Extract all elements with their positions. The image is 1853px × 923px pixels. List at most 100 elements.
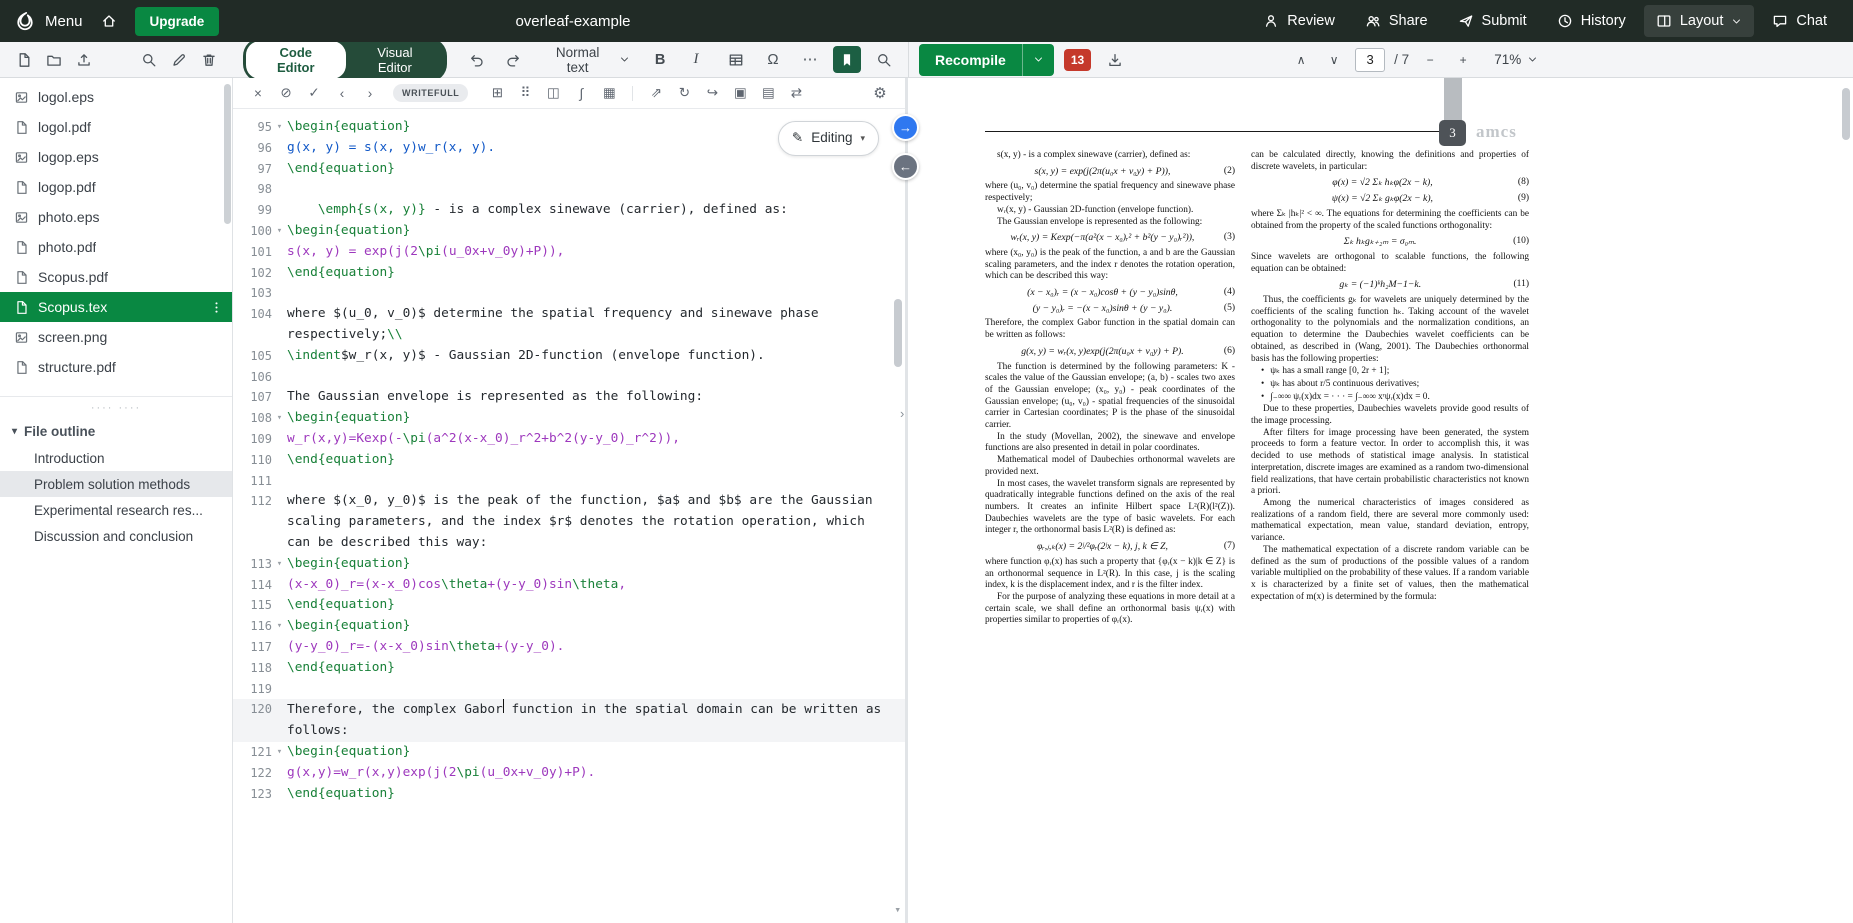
symbol-palette-button[interactable]: Ω — [759, 46, 787, 73]
next-suggestion-button[interactable]: › — [357, 81, 383, 105]
editor-scrollbar-thumb[interactable] — [894, 299, 902, 367]
code-line-113[interactable]: 113 ▾ \begin{equation} — [233, 554, 905, 575]
equation-tools-button[interactable]: ∫ — [568, 81, 594, 105]
settings-gear-icon[interactable]: ⚙ — [867, 84, 893, 102]
file-item-screen-png[interactable]: screen.png — [0, 322, 232, 352]
recompile-button[interactable]: Recompile — [919, 43, 1022, 76]
undo-button[interactable] — [463, 46, 491, 73]
compile-log-button[interactable]: 13 — [1063, 48, 1092, 71]
home-button[interactable] — [95, 7, 123, 35]
file-item-logol-eps[interactable]: logol.eps — [0, 82, 232, 112]
code-line-105[interactable]: 105 \indent$w_r(x, y)$ - Gaussian 2D-func… — [233, 346, 905, 367]
pdf-scrollbar[interactable] — [1842, 88, 1850, 140]
file-tree-scrollbar[interactable] — [224, 84, 231, 224]
code-line-103[interactable]: 103 — [233, 283, 905, 304]
search-in-file-button[interactable] — [870, 46, 898, 73]
close-suggestions-button[interactable]: × — [245, 81, 271, 105]
recompile-options-caret[interactable] — [1021, 43, 1054, 76]
dots-grid-button[interactable]: ⠿ — [512, 81, 538, 105]
code-line-118[interactable]: 118 \end{equation} — [233, 658, 905, 679]
italic-button[interactable]: I — [682, 46, 710, 73]
outline-item[interactable]: Problem solution methods — [0, 471, 232, 497]
layout-button[interactable]: Layout — [1643, 5, 1755, 37]
file-item-structure-pdf[interactable]: structure.pdf — [0, 352, 232, 382]
code-line-115[interactable]: 115 \end{equation} — [233, 595, 905, 616]
code-line-122[interactable]: 122 g(x,y)=w_r(x,y)exp(j(2\pi(u_0x+v_0y)+… — [233, 763, 905, 784]
code-line-106[interactable]: 106 — [233, 367, 905, 388]
file-item-photo-pdf[interactable]: photo.pdf — [0, 232, 232, 262]
code-line-99[interactable]: 99 \emph{s(x, y)} - is a complex sinewav… — [233, 200, 905, 221]
table-cells-button[interactable]: ⊞ — [484, 81, 510, 105]
file-item-scopus-pdf[interactable]: Scopus.pdf — [0, 262, 232, 292]
code-line-109[interactable]: 109 w_r(x,y)=Kexp(-\pi(a^2(x-x_0)_r^2+b^2… — [233, 429, 905, 450]
fold-caret-icon[interactable]: ▾ — [272, 616, 287, 637]
code-line-120[interactable]: 120 Therefore, the complex Gabor function… — [233, 699, 905, 742]
code-line-123[interactable]: 123 \end{equation} — [233, 784, 905, 805]
split-view-button[interactable]: ◫ — [540, 81, 566, 105]
code-editor[interactable]: 95 ▾ \begin{equation} 96 g(x, y) = s(x, y)w_… — [233, 109, 905, 923]
sync-to-code-button[interactable]: ← — [892, 153, 919, 180]
delete-file-button[interactable] — [195, 46, 223, 73]
code-line-114[interactable]: 114 (x-x_0)_r=(x-x_0)cos\theta+(y-y_0)sin… — [233, 575, 905, 596]
accept-suggestion-button[interactable]: ✓ — [301, 81, 327, 105]
code-line-100[interactable]: 100 ▾ \begin{equation} — [233, 221, 905, 242]
disable-suggestions-button[interactable]: ⊘ — [273, 81, 299, 105]
code-line-116[interactable]: 116 ▾ \begin{equation} — [233, 616, 905, 637]
zoom-in-button[interactable]: + — [1451, 48, 1475, 72]
rename-file-button[interactable] — [165, 46, 193, 73]
previous-suggestion-button[interactable]: ‹ — [329, 81, 355, 105]
code-line-117[interactable]: 117 (y-y_0)_r=-(x-x_0)sin\theta+(y-y_0). — [233, 637, 905, 658]
review-button[interactable]: Review — [1251, 5, 1347, 37]
file-outline-header[interactable]: ▾ File outline — [0, 418, 232, 445]
next-page-button[interactable]: ∨ — [1322, 48, 1346, 72]
code-line-104[interactable]: 104 where $(u_0, v_0)$ determine the spat… — [233, 304, 905, 346]
paraphrase-button[interactable]: ↻ — [671, 81, 697, 105]
chat-button[interactable]: Chat — [1760, 5, 1839, 37]
file-item-photo-eps[interactable]: photo.eps — [0, 202, 232, 232]
copy-button[interactable]: ▣ — [727, 81, 753, 105]
code-line-112[interactable]: 112 where $(x_0, y_0)$ is the peak of the… — [233, 491, 905, 553]
new-file-button[interactable] — [10, 46, 38, 73]
document-check-button[interactable]: ▤ — [755, 81, 781, 105]
menu-button[interactable]: Menu — [14, 10, 83, 32]
fold-caret-icon[interactable]: ▾ — [272, 221, 287, 242]
upgrade-button[interactable]: Upgrade — [134, 6, 220, 36]
history-button[interactable]: History — [1545, 5, 1638, 37]
outline-item[interactable]: Experimental research res... — [0, 497, 232, 523]
code-line-111[interactable]: 111 — [233, 471, 905, 492]
outline-item[interactable]: Introduction — [0, 445, 232, 471]
new-folder-button[interactable] — [40, 46, 68, 73]
table-generator-button[interactable]: ▦ — [596, 81, 622, 105]
visual-editor-toggle[interactable]: Visual Editor — [346, 41, 445, 79]
fold-caret-icon[interactable]: ▾ — [272, 408, 287, 429]
file-item-logop-pdf[interactable]: logop.pdf — [0, 172, 232, 202]
forward-button[interactable]: ↪ — [699, 81, 725, 105]
pane-divider[interactable]: → ← › — [892, 78, 919, 923]
editing-mode-dropdown[interactable]: ✎ Editing ▾ — [777, 121, 879, 156]
code-editor-toggle[interactable]: Code Editor — [246, 40, 346, 79]
file-menu-kebab-icon[interactable] — [209, 300, 224, 315]
code-line-108[interactable]: 108 ▾ \begin{equation} — [233, 408, 905, 429]
fold-caret-icon[interactable]: ▾ — [272, 554, 287, 575]
code-line-121[interactable]: 121 ▾ \begin{equation} — [233, 742, 905, 763]
download-pdf-button[interactable] — [1101, 46, 1129, 73]
page-number-input[interactable] — [1355, 47, 1386, 72]
code-line-102[interactable]: 102 \end{equation} — [233, 263, 905, 284]
share-button[interactable]: Share — [1353, 5, 1440, 37]
insert-table-button[interactable] — [722, 46, 750, 73]
code-line-107[interactable]: 107 The Gaussian envelope is represented … — [233, 387, 905, 408]
file-item-logop-eps[interactable]: logop.eps — [0, 142, 232, 172]
sync-to-pdf-button[interactable]: → — [892, 114, 919, 141]
zoom-out-button[interactable]: − — [1418, 48, 1442, 72]
code-line-101[interactable]: 101 s(x, y) = exp(j(2\pi(u_0x+v_0y)+P)), — [233, 242, 905, 263]
code-line-110[interactable]: 110 \end{equation} — [233, 450, 905, 471]
editor-scrollbar[interactable] — [893, 113, 903, 919]
writefull-toggle-button[interactable] — [833, 46, 862, 73]
panel-resize-handle[interactable] — [0, 396, 232, 418]
zoom-level-dropdown[interactable]: 71% — [1494, 52, 1538, 67]
paragraph-style-dropdown[interactable]: Normal text — [535, 41, 638, 79]
file-item-logol-pdf[interactable]: logol.pdf — [0, 112, 232, 142]
upload-file-button[interactable] — [70, 46, 98, 73]
fold-caret-icon[interactable]: ▾ — [272, 742, 287, 763]
redo-button[interactable] — [499, 46, 527, 73]
